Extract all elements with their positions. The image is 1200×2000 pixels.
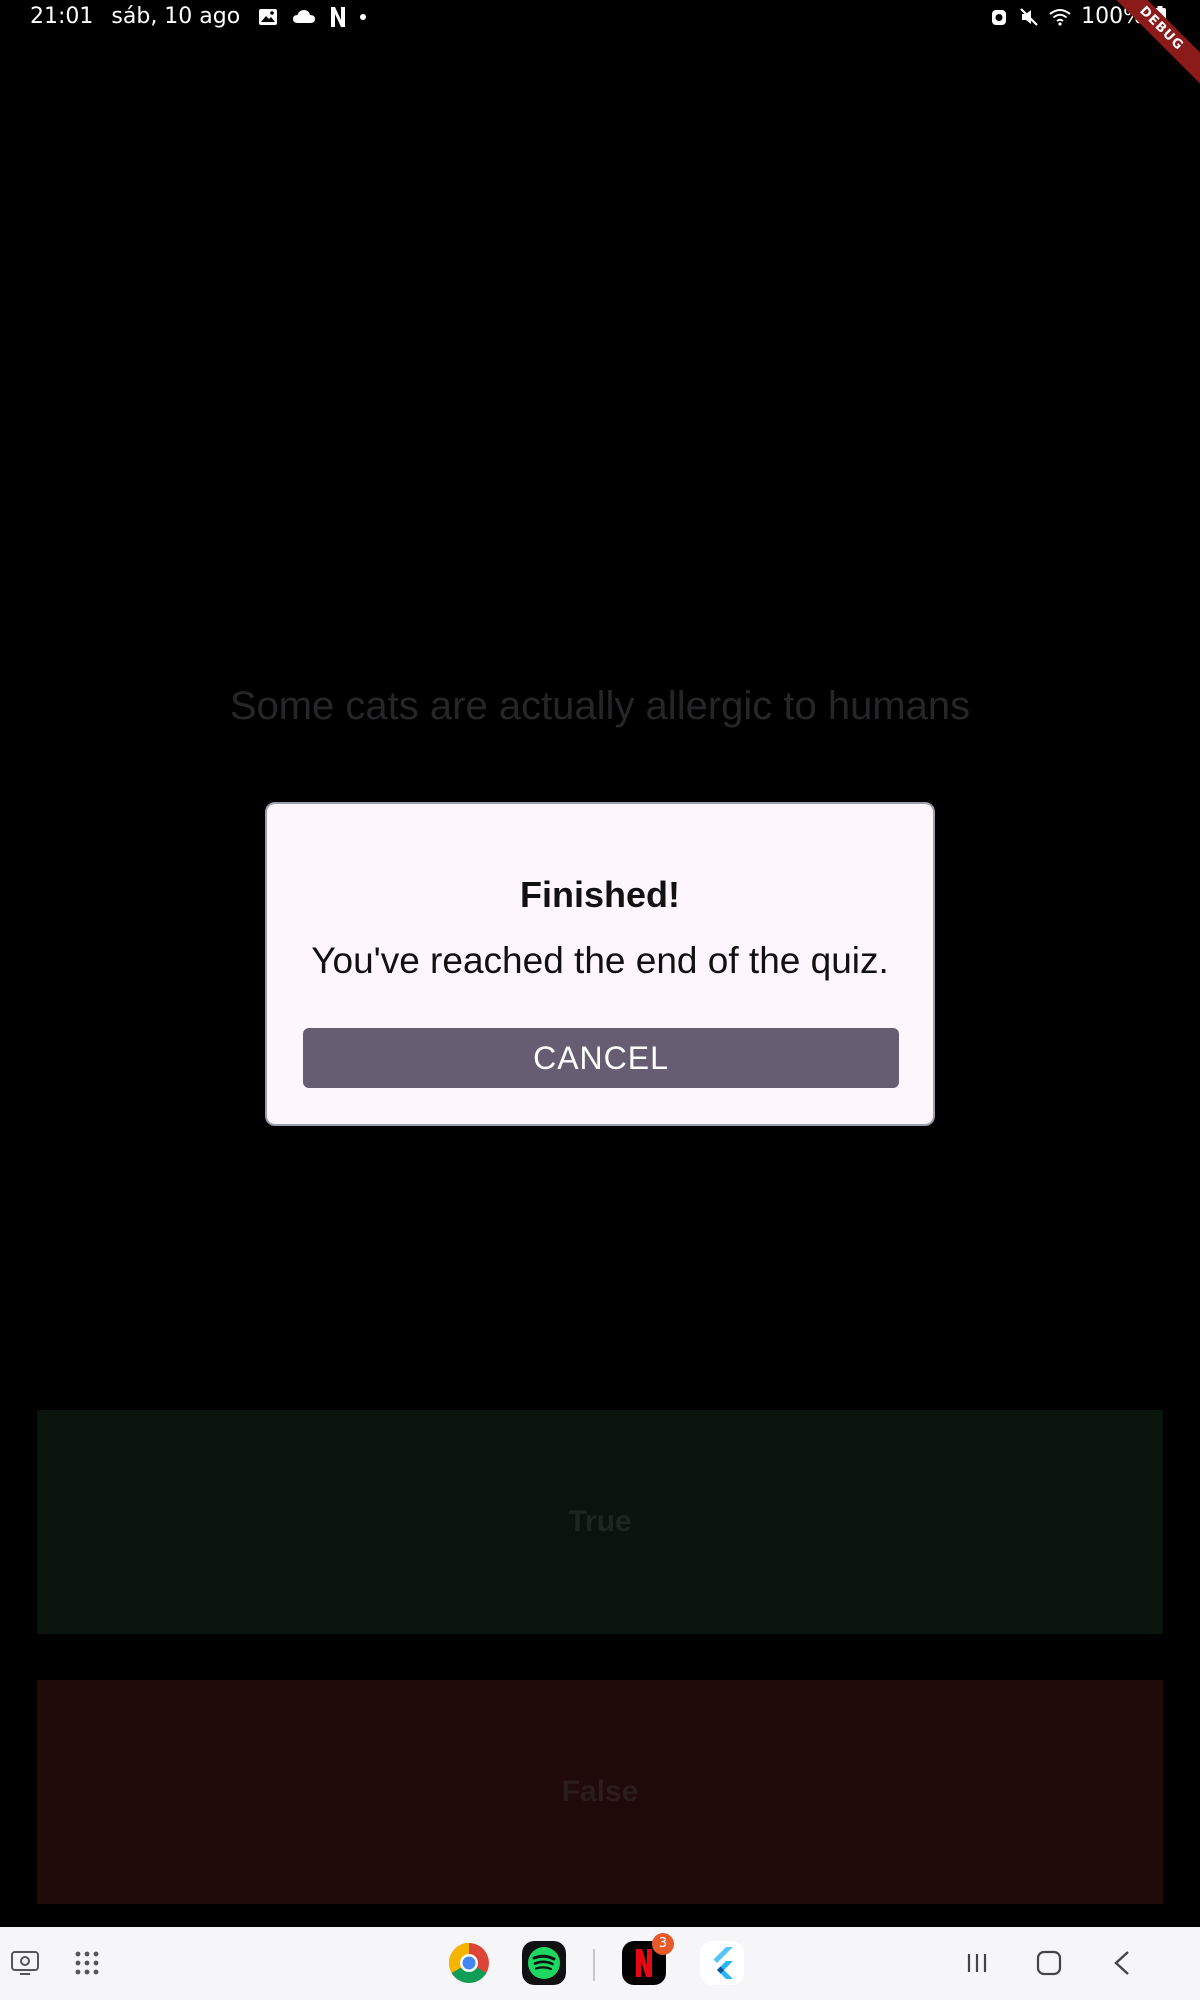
dialog-message: You've reached the end of the quiz. [311, 940, 889, 981]
status-time: 21:01 [30, 4, 94, 29]
netflix-icon[interactable]: 3 [622, 1933, 674, 1985]
false-button-label: False [561, 1775, 639, 1808]
alarm-icon [992, 9, 1007, 25]
image-icon [259, 8, 278, 25]
mute-icon [1020, 7, 1038, 26]
wifi-icon [1049, 8, 1071, 26]
status-bar: 21:01 sáb, 10 ago 100% [0, 0, 1200, 36]
spotify-icon[interactable] [522, 1941, 566, 1985]
netflix-n-icon [331, 6, 346, 27]
taskbar: 3 [0, 1927, 1200, 2000]
chrome-icon[interactable] [447, 1941, 491, 1985]
taskbar-divider [593, 1949, 595, 1981]
question-text: Some cats are actually allergic to human… [229, 684, 971, 728]
false-button[interactable]: False [37, 1680, 1163, 1904]
true-button-label: True [568, 1505, 632, 1538]
status-left-icons [258, 6, 367, 28]
cloud-icon [293, 9, 316, 23]
true-button[interactable]: True [37, 1410, 1163, 1634]
finished-dialog: Finished! You've reached the end of the … [265, 802, 935, 1126]
home-icon[interactable] [1036, 1950, 1062, 1976]
notification-dot-icon [360, 13, 367, 20]
status-date: sáb, 10 ago [111, 4, 241, 29]
recent-screen-icon[interactable] [10, 1948, 40, 1978]
netflix-badge: 3 [652, 1933, 674, 1955]
dialog-title: Finished! [520, 874, 680, 915]
status-left: 21:01 sáb, 10 ago [30, 4, 367, 29]
recent-apps-icon[interactable] [965, 1951, 989, 1975]
app-drawer-icon[interactable] [74, 1950, 100, 1976]
flutter-icon[interactable] [700, 1941, 744, 1985]
back-icon[interactable] [1112, 1950, 1132, 1976]
cancel-button[interactable]: CANCEL [303, 1028, 899, 1088]
